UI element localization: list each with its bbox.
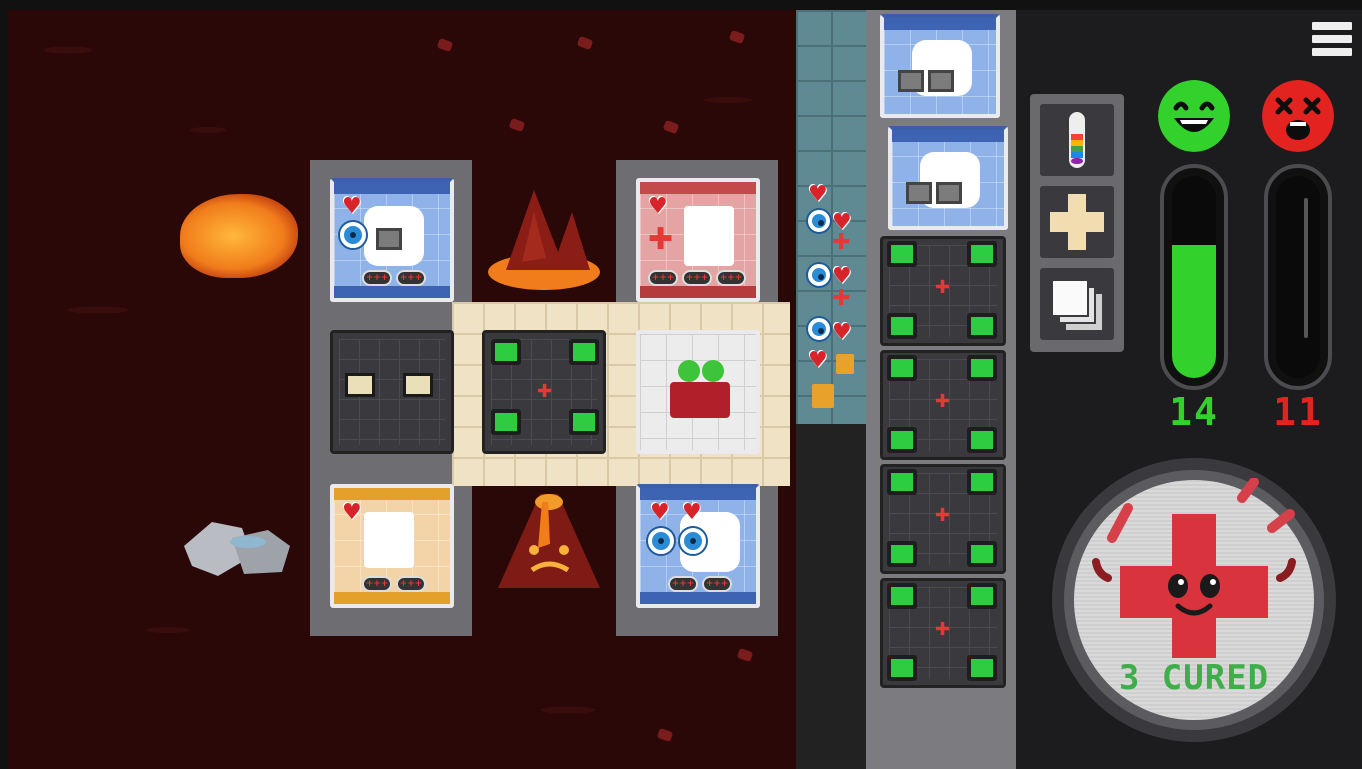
dead-count: 11: [1273, 390, 1323, 434]
eye-patient-icon[interactable]: [808, 210, 830, 232]
heart-icon: ♥: [832, 264, 852, 289]
heart-icon: ♥: [832, 320, 852, 345]
lava-rock: [436, 37, 454, 53]
heart-icon: ♥: [808, 182, 828, 207]
room-dark-lab[interactable]: [330, 330, 454, 454]
eye-patient-icon[interactable]: [340, 222, 366, 248]
dead-meter-tube: [1264, 164, 1332, 390]
heart-icon: ♥: [650, 500, 670, 525]
stacked-squares-icon: [1051, 279, 1102, 330]
hamburger-menu-icon[interactable]: [1312, 22, 1352, 66]
room-eye-clinic-top[interactable]: ♥ +++ +++: [330, 178, 454, 302]
cured-meter-tube: [1160, 164, 1228, 390]
red-cross-patient-icon[interactable]: ✚: [832, 286, 850, 311]
heart-icon: ♥: [682, 500, 702, 525]
cured-meter-fill: [1172, 244, 1216, 378]
heart-icon: ♥: [342, 500, 362, 525]
room-treatment-center[interactable]: ✚: [482, 330, 606, 454]
queued-room-treatment-1[interactable]: ✚: [880, 236, 1006, 346]
plus-cross-icon: [1050, 194, 1104, 250]
red-cross-patient-icon[interactable]: ✚: [648, 222, 673, 257]
red-cross-patient-icon[interactable]: ✚: [832, 230, 850, 255]
tool-palette: [1030, 94, 1124, 352]
volcano-decoration: [488, 190, 600, 290]
potion-tool-button[interactable]: [1040, 104, 1114, 176]
queued-room-eye-2[interactable]: [888, 126, 1008, 230]
heart-icon: ♥: [342, 194, 362, 219]
heart-icon: ♥: [808, 348, 828, 373]
lava-rock: [656, 727, 674, 743]
build-room-tool-button[interactable]: [1040, 186, 1114, 258]
eye-patient-icon[interactable]: [808, 318, 830, 340]
heart-icon: ♥: [648, 194, 668, 219]
angry-volcano-decoration: [498, 494, 600, 588]
red-cross-mascot-icon: [1092, 478, 1296, 658]
eye-patient-icon[interactable]: [680, 528, 706, 554]
queued-room-eye-1[interactable]: [880, 14, 1000, 118]
eye-patient-icon[interactable]: [648, 528, 674, 554]
dead-red-face-icon: [1262, 80, 1334, 152]
queued-room-treatment-3[interactable]: ✚: [880, 464, 1006, 574]
queued-room-treatment-4[interactable]: ✚: [880, 578, 1006, 688]
room-red-ward-top[interactable]: ♥ ✚ +++ +++ +++: [636, 178, 760, 302]
cured-label: 3 CURED: [1118, 658, 1270, 698]
queued-room-treatment-2[interactable]: ✚: [880, 350, 1006, 460]
gray-rocks-decoration: [184, 522, 290, 576]
lava-rock: [576, 35, 594, 51]
cured-count: 14: [1169, 390, 1219, 434]
eye-patient-icon[interactable]: [808, 264, 830, 286]
cure-button[interactable]: 3 CURED: [1052, 458, 1336, 742]
room-orange-ward-bottom[interactable]: ♥ +++ +++: [330, 484, 454, 608]
lava-rock: [508, 117, 526, 133]
room-eye-clinic-bottom[interactable]: ♥ ♥ +++ +++: [636, 484, 760, 608]
queue-shadow: [796, 424, 866, 769]
copy-tool-button[interactable]: [1040, 268, 1114, 340]
lava-rock: [736, 647, 754, 663]
lava-rock: [662, 119, 680, 135]
rainbow-test-tube-icon: [1069, 112, 1085, 168]
room-lounge[interactable]: [636, 330, 760, 454]
lava-rock: [728, 29, 746, 45]
happy-green-face-icon: [1158, 80, 1230, 152]
lava-pool-decoration: [180, 194, 298, 278]
patient-queue: ♥ ♥ ✚ ♥ ✚ ♥ ♥: [806, 184, 860, 424]
